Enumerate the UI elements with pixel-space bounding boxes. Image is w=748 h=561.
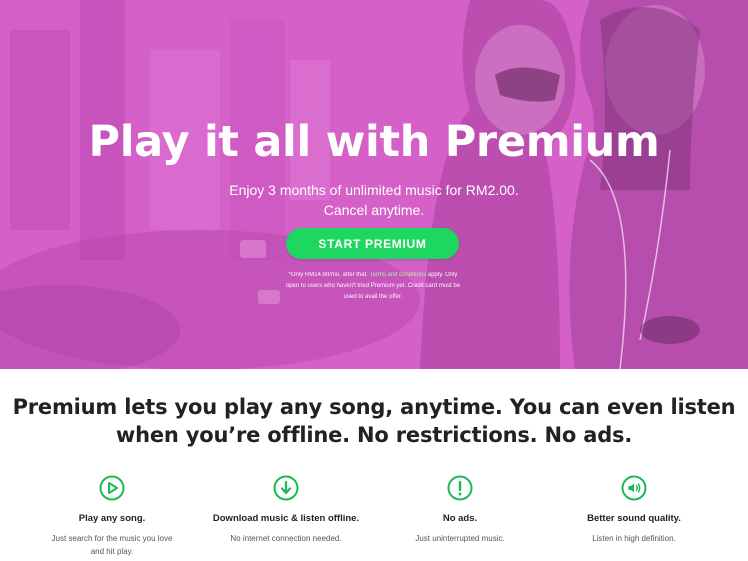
- fine-print: *Only RM14.90/mo. after that. Terms and …: [282, 270, 464, 303]
- speaker-icon: [621, 475, 647, 501]
- feature-description-line: Listen in high definition.: [592, 534, 676, 543]
- feature-description-line: Just search for the music you love: [51, 534, 173, 543]
- hero-subtitle-line-2: Cancel anytime.: [323, 202, 425, 218]
- hero-subtitle-line-1: Enjoy 3 months of unlimited music for RM…: [229, 182, 519, 198]
- exclamation-icon: [447, 475, 473, 501]
- feature-description-line: Just uninterrupted music.: [415, 534, 505, 543]
- feature-play-any-song: Play any song. Just search for the music…: [22, 470, 202, 558]
- terms-link[interactable]: Terms and conditions: [369, 272, 426, 278]
- feature-title: Download music & listen offline.: [212, 513, 360, 524]
- hero-banner: Play it all with Premium Enjoy 3 months …: [0, 0, 748, 369]
- feature-sound-quality: Better sound quality. Listen in high def…: [544, 470, 724, 545]
- feature-description-line: No internet connection needed.: [230, 534, 342, 543]
- fine-print-text-start: *Only RM14.90/mo. after that.: [288, 272, 368, 278]
- feature-title: Better sound quality.: [587, 513, 681, 524]
- hero-subtitle: Enjoy 3 months of unlimited music for RM…: [0, 180, 748, 220]
- feature-title: Play any song.: [78, 513, 146, 524]
- tagline-line-2: when you’re offline. No restrictions. No…: [115, 423, 633, 447]
- feature-description: Just search for the music you love and h…: [22, 532, 202, 558]
- feature-description-line: and hit play.: [90, 547, 134, 556]
- feature-list: Play any song. Just search for the music…: [0, 470, 748, 561]
- feature-title: No ads.: [442, 513, 478, 524]
- start-premium-button[interactable]: START PREMIUM: [286, 228, 459, 259]
- download-icon: [273, 475, 299, 501]
- feature-no-ads: No ads. Just uninterrupted music.: [370, 470, 550, 545]
- feature-description: Listen in high definition.: [544, 532, 724, 545]
- tagline-line-1: Premium lets you play any song, anytime.…: [12, 395, 736, 419]
- hero-title: Play it all with Premium: [88, 117, 660, 167]
- play-icon: [99, 475, 125, 501]
- feature-description: No internet connection needed.: [196, 532, 376, 545]
- feature-download-offline: Download music & listen offline. No inte…: [196, 470, 376, 545]
- feature-description: Just uninterrupted music.: [370, 532, 550, 545]
- premium-tagline: Premium lets you play any song, anytime.…: [0, 393, 748, 449]
